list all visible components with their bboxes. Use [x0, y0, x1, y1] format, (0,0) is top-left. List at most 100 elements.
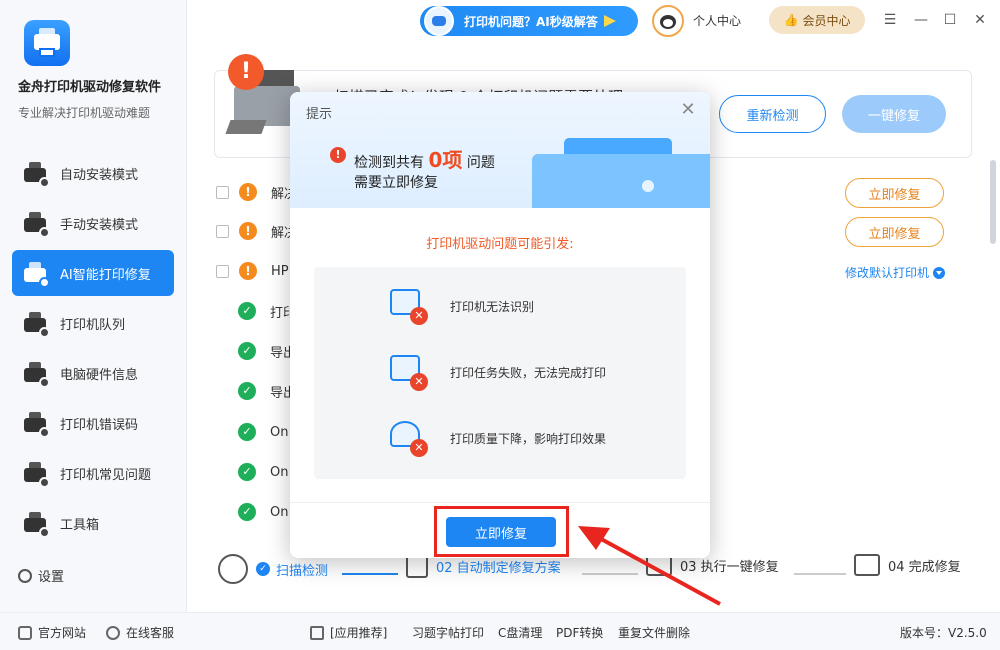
- divider: [290, 502, 710, 503]
- recheck-button[interactable]: 重新检测: [719, 95, 826, 133]
- alert-icon: !: [330, 147, 346, 163]
- manual-install-icon: [22, 210, 50, 238]
- done-box-icon: [854, 554, 880, 576]
- sidebar-item-label: 电脑硬件信息: [60, 367, 139, 383]
- row-text: On: [270, 464, 289, 480]
- app-subtitle: 专业解决打印机驱动难题: [18, 106, 151, 120]
- ai-answer-button[interactable]: 打印机问题？AI秒级解答: [420, 6, 638, 36]
- quality-error-icon: ✕: [388, 417, 428, 457]
- website-label: 官方网站: [38, 626, 87, 640]
- sidebar-item-error-code[interactable]: 打印机错误码: [12, 400, 174, 446]
- ai-answer-label: 打印机问题？AI秒级解答: [464, 14, 598, 29]
- issue-count: 0项: [428, 148, 463, 172]
- dialog-message-2: 需要立即修复: [354, 175, 438, 191]
- sidebar-item-auto-install[interactable]: 自动安装模式: [12, 150, 174, 196]
- row-checkbox[interactable]: [216, 264, 229, 278]
- list-item: ✓ On: [238, 460, 288, 484]
- printer-deco-body: [532, 154, 710, 208]
- step-complete: 04 完成修复: [854, 554, 961, 576]
- sidebar-item-manual-install[interactable]: 手动安装模式: [12, 200, 174, 246]
- one-key-fix-button[interactable]: 一键修复: [842, 95, 946, 133]
- sidebar-item-printer-queue[interactable]: 打印机队列: [12, 300, 174, 346]
- list-item: ! HP: [216, 259, 289, 283]
- sidebar-item-toolbox[interactable]: 工具箱: [12, 500, 174, 546]
- list-item: ✓ 导出: [238, 379, 296, 403]
- issue-list: ✕ 打印机无法识别 ✕ 打印任务失败，无法完成打印 ✕ 打印质量下降，影响打印效…: [314, 267, 686, 479]
- gear-icon: [18, 568, 32, 583]
- headset-icon: [106, 625, 120, 640]
- alert-icon: !: [228, 54, 264, 90]
- fix-now-button[interactable]: 立即修复: [845, 217, 944, 247]
- warning-icon: !: [239, 262, 257, 280]
- printer-queue-icon: [22, 310, 50, 338]
- recommend-label: [应用推荐]: [310, 624, 387, 641]
- app-title: 金舟打印机驱动修复软件: [18, 80, 162, 95]
- compass-icon: [218, 554, 248, 584]
- repair-prompt-dialog: 提示 ✕ ! 检测到共有 0项 问题 需要立即修复 打印机驱动问题可能引发: ✕…: [290, 92, 710, 558]
- ai-repair-icon: [22, 260, 50, 288]
- vip-center-button[interactable]: 👍 会员中心: [769, 6, 865, 34]
- list-item: ✓ On: [238, 500, 288, 524]
- menu-icon[interactable]: ☰: [880, 10, 900, 30]
- faq-icon: [22, 460, 50, 488]
- fix-now-button[interactable]: 立即修复: [845, 178, 944, 208]
- issue-item: 打印任务失败，无法完成打印: [450, 366, 607, 380]
- close-window-icon[interactable]: ✕: [970, 10, 990, 30]
- list-item: ✓ 导出: [238, 339, 296, 363]
- check-icon: ✓: [256, 562, 270, 576]
- list-item: ✓ On: [238, 420, 288, 444]
- row-checkbox[interactable]: [216, 185, 229, 199]
- maximize-icon[interactable]: ☐: [940, 10, 960, 30]
- check-icon: ✓: [238, 423, 256, 441]
- list-item: ! 解决: [216, 180, 297, 204]
- sidebar-item-hardware[interactable]: 电脑硬件信息: [12, 350, 174, 396]
- msg-suffix: 问题: [466, 155, 495, 171]
- send-icon: [603, 15, 616, 27]
- avatar[interactable]: [652, 5, 684, 37]
- row-checkbox[interactable]: [216, 224, 229, 238]
- change-default-printer-link[interactable]: 修改默认打印机: [845, 264, 946, 281]
- step-connector: [794, 573, 846, 575]
- list-item: ! 解决: [216, 219, 297, 243]
- scrollbar[interactable]: [990, 160, 996, 244]
- dialog-message: 检测到共有 0项 问题: [354, 144, 495, 173]
- change-default-label: 修改默认打印机: [845, 266, 930, 280]
- sidebar-item-faq[interactable]: 打印机常见问题: [12, 450, 174, 496]
- dialog-header: [290, 92, 710, 208]
- settings-button[interactable]: 设置: [18, 566, 64, 585]
- version-label: 版本号：V2.5.0: [900, 626, 987, 640]
- minimize-icon[interactable]: —: [911, 10, 931, 30]
- megaphone-icon: [310, 625, 324, 640]
- vip-label: 会员中心: [802, 13, 851, 28]
- hardware-icon: [22, 360, 50, 388]
- arrow-pointer-icon: [578, 526, 721, 606]
- personal-center-link[interactable]: 个人中心: [693, 12, 741, 29]
- online-service-link[interactable]: 在线客服: [106, 624, 174, 641]
- robot-icon: [424, 6, 454, 36]
- error-code-icon: [22, 410, 50, 438]
- msg-prefix: 检测到共有: [354, 155, 424, 171]
- issue-item: 打印机无法识别: [450, 300, 535, 314]
- app-link-duplicate[interactable]: 重复文件删除: [618, 624, 690, 641]
- fix-now-button-primary[interactable]: 立即修复: [446, 517, 556, 547]
- close-icon[interactable]: ✕: [676, 98, 700, 122]
- check-icon: ✓: [238, 302, 256, 320]
- home-icon: [18, 625, 32, 640]
- official-website-link[interactable]: 官方网站: [18, 624, 86, 641]
- sidebar-item-label: 打印机常见问题: [60, 467, 152, 483]
- step-label: 扫描检测: [276, 563, 329, 579]
- sidebar-item-ai-repair[interactable]: AI智能打印修复: [12, 250, 174, 296]
- footer: 官方网站 在线客服 [应用推荐] 习题字帖打印 C盘清理 PDF转换 重复文件删…: [0, 612, 1000, 650]
- printer-error-icon: ✕: [388, 285, 428, 325]
- row-text: On: [270, 424, 289, 440]
- app-window: 金舟打印机驱动修复软件 专业解决打印机驱动难题 自动安装模式 手动安装模式 AI…: [0, 0, 1000, 650]
- dialog-title: 提示: [306, 107, 333, 122]
- app-link-copybook[interactable]: 习题字帖打印: [412, 624, 484, 641]
- sidebar-nav: 自动安装模式 手动安装模式 AI智能打印修复 打印机队列 电脑硬件信息 打印机错…: [12, 150, 174, 550]
- step-label: 02 自动制定修复方案: [436, 560, 561, 576]
- app-link-c-clean[interactable]: C盘清理: [498, 624, 542, 641]
- sidebar-item-label: 打印机错误码: [60, 417, 139, 433]
- app-link-pdf[interactable]: PDF转换: [556, 624, 603, 641]
- check-icon: ✓: [238, 342, 256, 360]
- check-icon: ✓: [238, 382, 256, 400]
